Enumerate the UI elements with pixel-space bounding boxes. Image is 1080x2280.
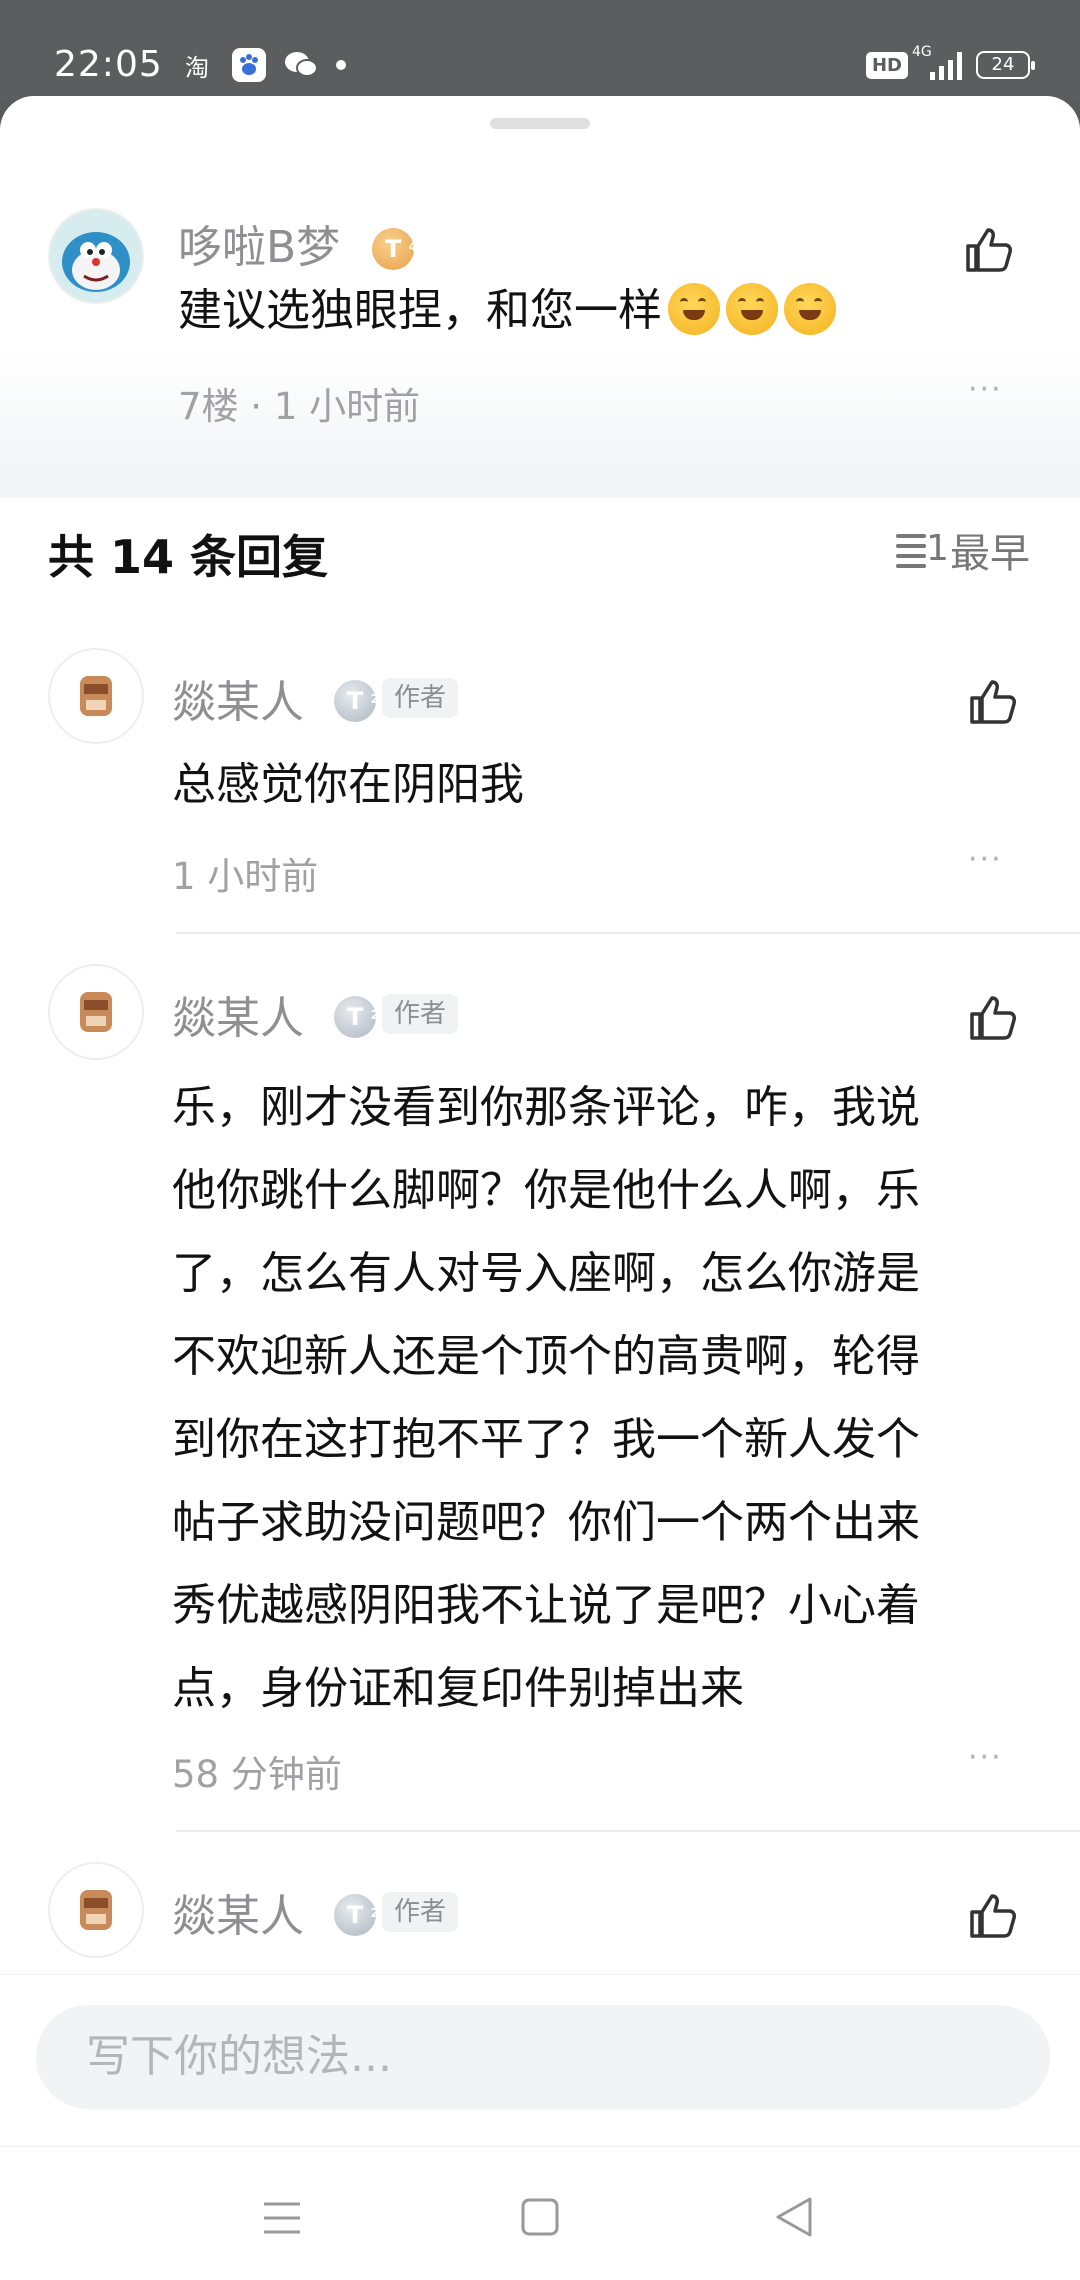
status-right-icons: HD 4G 24 <box>865 44 1035 80</box>
comment-text: 总感觉你在阴阳我 <box>172 759 524 810</box>
comment-input[interactable]: 写下你的想法... <box>36 2005 1050 2109</box>
status-app-icons: 淘 <box>180 48 346 82</box>
reply-count-suffix: 条回复 <box>174 530 329 584</box>
sort-button[interactable]: 1 最早 <box>896 521 1030 579</box>
like-icon[interactable] <box>966 676 1018 728</box>
main-comment: 哆啦B梦 T4 建议选独眼捏，和您一样 7楼 · 1 小时前 ··· <box>0 156 1080 476</box>
hug-emoji-icon <box>726 283 778 335</box>
username[interactable]: 燚某人 <box>172 1880 304 1944</box>
notification-dot <box>336 60 346 70</box>
like-icon[interactable] <box>962 224 1014 276</box>
sort-icon-digit: 1 <box>926 528 949 569</box>
level-badge: T2 <box>334 680 379 722</box>
username[interactable]: 燚某人 <box>172 982 304 1046</box>
reply-count: 共 14 条回复 <box>48 521 328 587</box>
avatar[interactable] <box>48 1862 144 1958</box>
more-icon[interactable]: ··· <box>968 372 1003 407</box>
more-icon[interactable]: ··· <box>968 842 1003 877</box>
section-divider <box>0 476 1080 498</box>
battery-icon: 24 <box>976 51 1035 79</box>
reply-divider <box>176 932 1080 934</box>
comment-line: 他你跳什么脚啊？你是他什么人啊，乐 <box>172 1165 920 1216</box>
status-time: 22:05 <box>54 44 163 85</box>
reply-count-number: 14 <box>110 530 175 584</box>
sort-label: 最早 <box>950 531 1030 577</box>
menu-icon[interactable] <box>262 2201 302 2235</box>
comment-line: 到你在这打抱不平了？我一个新人发个 <box>172 1414 920 1465</box>
avatar[interactable] <box>48 964 144 1060</box>
reply-count-prefix: 共 <box>48 530 111 584</box>
comment-line: 不欢迎新人还是个顶个的高贵啊，轮得 <box>172 1331 920 1382</box>
comment-body: 建议选独眼捏，和您一样 <box>178 285 662 336</box>
level-badge: T2 <box>334 1894 379 1936</box>
more-icon[interactable]: ··· <box>968 1740 1003 1775</box>
reply-divider <box>176 1830 1080 1832</box>
back-icon[interactable] <box>774 2195 814 2239</box>
comment-input-area: 写下你的想法... <box>0 1974 1080 2174</box>
username[interactable]: 燚某人 <box>172 666 304 730</box>
comment-sheet: 哆啦B梦 T4 建议选独眼捏，和您一样 7楼 · 1 小时前 ··· 共 14 … <box>0 96 1080 2280</box>
comment-line: 乐，刚才没看到你那条评论，咋，我说 <box>172 1082 920 1133</box>
taobao-icon: 淘 <box>185 53 209 82</box>
comment-meta: 1 小时前 <box>172 855 319 898</box>
comment-line: 了，怎么有人对号入座啊，怎么你游是 <box>172 1248 920 1299</box>
hd-icon: HD <box>865 51 908 79</box>
avatar[interactable] <box>48 648 144 744</box>
hug-emoji-icon <box>668 283 720 335</box>
author-tag: 作者 <box>382 678 459 718</box>
comment-meta: 58 分钟前 <box>172 1753 342 1796</box>
wechat-icon <box>284 48 318 82</box>
level-badge: T2 <box>334 996 379 1038</box>
comment-text: 乐，刚才没看到你那条评论，咋，我说 他你跳什么脚啊？你是他什么人啊，乐 了，怎么… <box>172 1066 920 1730</box>
hug-emoji-icon <box>784 283 836 335</box>
like-icon[interactable] <box>966 1890 1018 1942</box>
comment-meta: 7楼 · 1 小时前 <box>178 385 421 428</box>
baidu-icon <box>232 48 266 82</box>
author-tag: 作者 <box>382 1892 459 1932</box>
like-icon[interactable] <box>966 992 1018 1044</box>
status-bar: 22:05 淘 HD 4G 24 <box>0 0 1080 100</box>
home-icon[interactable] <box>520 2197 560 2237</box>
comment-line: 秀优越感阴阳我不让说了是吧？小心着 <box>172 1580 920 1631</box>
drag-handle[interactable] <box>490 118 590 129</box>
network-label: 4G <box>912 44 932 60</box>
signal-icon: 4G <box>912 44 962 80</box>
author-tag: 作者 <box>382 994 459 1034</box>
comment-line: 点，身份证和复印件别掉出来 <box>172 1663 744 1714</box>
avatar[interactable] <box>48 208 144 304</box>
sort-icon: 1 <box>896 528 949 569</box>
comment-line: 帖子求助没问题吧？你们一个两个出来 <box>172 1497 920 1548</box>
battery-level: 24 <box>991 54 1015 75</box>
system-nav-bar <box>0 2146 1080 2280</box>
comment-text: 建议选独眼捏，和您一样 <box>178 282 836 339</box>
username[interactable]: 哆啦B梦 <box>178 211 340 275</box>
level-badge: T4 <box>372 228 417 270</box>
